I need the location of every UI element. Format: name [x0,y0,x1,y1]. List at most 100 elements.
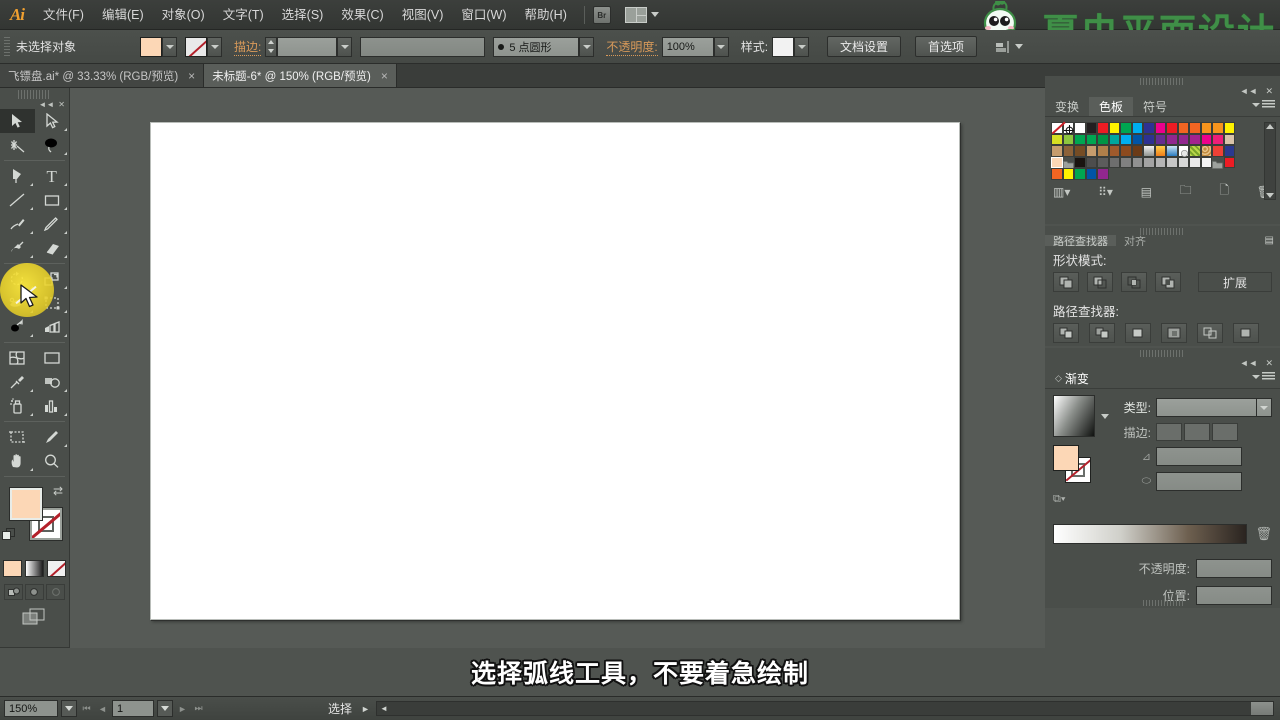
panel-menu-icon[interactable]: ▤ [1265,235,1280,246]
swatch-cell[interactable] [1166,145,1178,157]
collapse-icon[interactable]: ◄◄ [1240,86,1258,96]
align-dropdown[interactable] [995,40,1024,54]
tool-paintbrush[interactable] [0,212,35,236]
swatch-cell[interactable] [1120,145,1132,157]
tool-slice[interactable] [35,425,70,449]
tool-flyout-icon[interactable] [64,207,67,210]
tool-direct-selection[interactable] [35,109,70,133]
swatch-cell[interactable] [1143,145,1155,157]
menu-object[interactable]: 对象(O) [153,0,214,30]
swap-fill-stroke-icon[interactable]: ⇄ [53,484,63,498]
exclude-button[interactable] [1155,272,1181,292]
swatch-cell[interactable] [1051,168,1063,180]
swatch-cell[interactable] [1223,145,1235,157]
drawing-mode-normal[interactable] [4,584,23,600]
swatch-cell[interactable] [1223,156,1235,168]
tool-gradient[interactable] [35,346,70,370]
tool-blob-brush[interactable] [0,236,35,260]
tool-flyout-icon[interactable] [29,183,33,186]
tool-flyout-icon[interactable] [64,389,67,392]
tool-eyedropper[interactable] [0,370,35,394]
fill-color-box[interactable] [10,488,42,520]
menu-help[interactable]: 帮助(H) [516,0,576,30]
scroll-left-icon[interactable]: ◄ [377,702,391,715]
swatch-cell[interactable] [1131,156,1143,168]
menu-select[interactable]: 选择(S) [273,0,333,30]
menu-view[interactable]: 视图(V) [393,0,453,30]
opacity-dropdown-icon[interactable] [713,36,729,57]
tool-width[interactable] [0,291,35,315]
swatch-cell[interactable] [1085,122,1097,134]
tool-flyout-icon[interactable] [64,152,67,155]
status-expand-icon[interactable]: ► [361,704,370,714]
gradient-slider[interactable] [1053,524,1248,544]
swatch-cell[interactable] [1212,145,1224,157]
tool-selection[interactable] [0,109,35,133]
tool-flyout-icon[interactable] [64,255,67,258]
swatch-cell[interactable] [1062,145,1074,157]
artboard[interactable] [150,122,960,620]
swatch-cell[interactable] [1074,133,1086,145]
zoom-level-field[interactable]: 150% [4,700,58,717]
swatch-cell[interactable] [1200,122,1212,134]
swatch-cell[interactable] [1051,145,1063,157]
tool-flyout-icon[interactable] [64,444,67,447]
expand-button[interactable]: 扩展 [1198,272,1272,292]
chevron-down-icon[interactable] [650,12,659,17]
swatch-cell[interactable] [1177,145,1189,158]
close-icon[interactable]: ✕ [58,100,65,109]
tool-rectangle[interactable] [35,188,70,212]
screen-mode-toggle[interactable] [0,608,69,626]
swatch-cell[interactable] [1200,156,1212,168]
document-setup-button[interactable]: 文档设置 [827,36,902,57]
drawing-mode-inside[interactable] [46,584,65,600]
divide-button[interactable] [1053,323,1079,343]
stroke-swatch-none[interactable] [185,36,207,57]
next-artboard-button[interactable]: ► [176,700,189,717]
new-swatch-icon[interactable]: 🗋 [1219,181,1229,202]
tool-type[interactable]: T [35,164,70,188]
swatch-cell[interactable] [1143,156,1155,168]
stroke-gradient-across[interactable] [1212,423,1238,441]
swatch-cell[interactable] [1131,122,1143,134]
status-text[interactable]: 选择 [328,700,352,717]
control-bar-grip[interactable] [4,36,10,57]
swatch-cell[interactable] [1166,156,1178,168]
close-icon[interactable]: ✕ [1265,86,1273,97]
swatch-cell[interactable] [1074,168,1086,180]
color-mode-none[interactable] [47,560,66,577]
tool-rotate[interactable] [0,267,35,291]
graphic-style-swatch[interactable] [772,36,795,57]
tool-column-graph[interactable] [35,394,70,418]
swatch-cell[interactable] [1085,156,1097,168]
tool-scale[interactable] [35,267,70,291]
outline-button[interactable] [1197,323,1223,343]
color-group-folder-icon[interactable] [1212,157,1224,169]
gradient-angle-field[interactable] [1156,447,1242,466]
swatch-cell[interactable] [1212,133,1224,145]
trim-button[interactable] [1089,323,1115,343]
color-group-folder-icon[interactable] [1062,157,1075,169]
fill-dropdown-icon[interactable] [162,36,177,57]
swatch-cell[interactable] [1120,122,1132,134]
collapse-icon[interactable]: ◄◄ [1240,358,1258,368]
panel-menu-icon[interactable] [1252,100,1275,109]
tool-flyout-icon[interactable] [64,286,67,289]
tab-symbols[interactable]: 符号 [1133,97,1177,116]
pathfinder-panel-grip[interactable] [1140,228,1185,235]
tool-artboard[interactable] [0,425,35,449]
tool-flyout-icon[interactable] [29,286,33,289]
scrollbar-thumb[interactable] [1251,702,1273,715]
gradient-fill-box[interactable] [1053,445,1079,471]
swatch-cell[interactable] [1131,133,1143,145]
brush-definition-dropdown-icon[interactable] [579,36,595,57]
swatch-cell[interactable] [1097,168,1109,180]
intersect-button[interactable] [1121,272,1147,292]
panel-menu-icon[interactable] [1252,372,1275,381]
last-artboard-button[interactable]: ⏭ [192,700,205,717]
stroke-weight-dropdown-icon[interactable] [337,36,353,57]
minus-back-button[interactable] [1233,323,1259,343]
gradient-type-select[interactable] [1156,398,1272,417]
tool-free-transform[interactable] [35,291,70,315]
swatch-cell[interactable] [1051,156,1063,168]
